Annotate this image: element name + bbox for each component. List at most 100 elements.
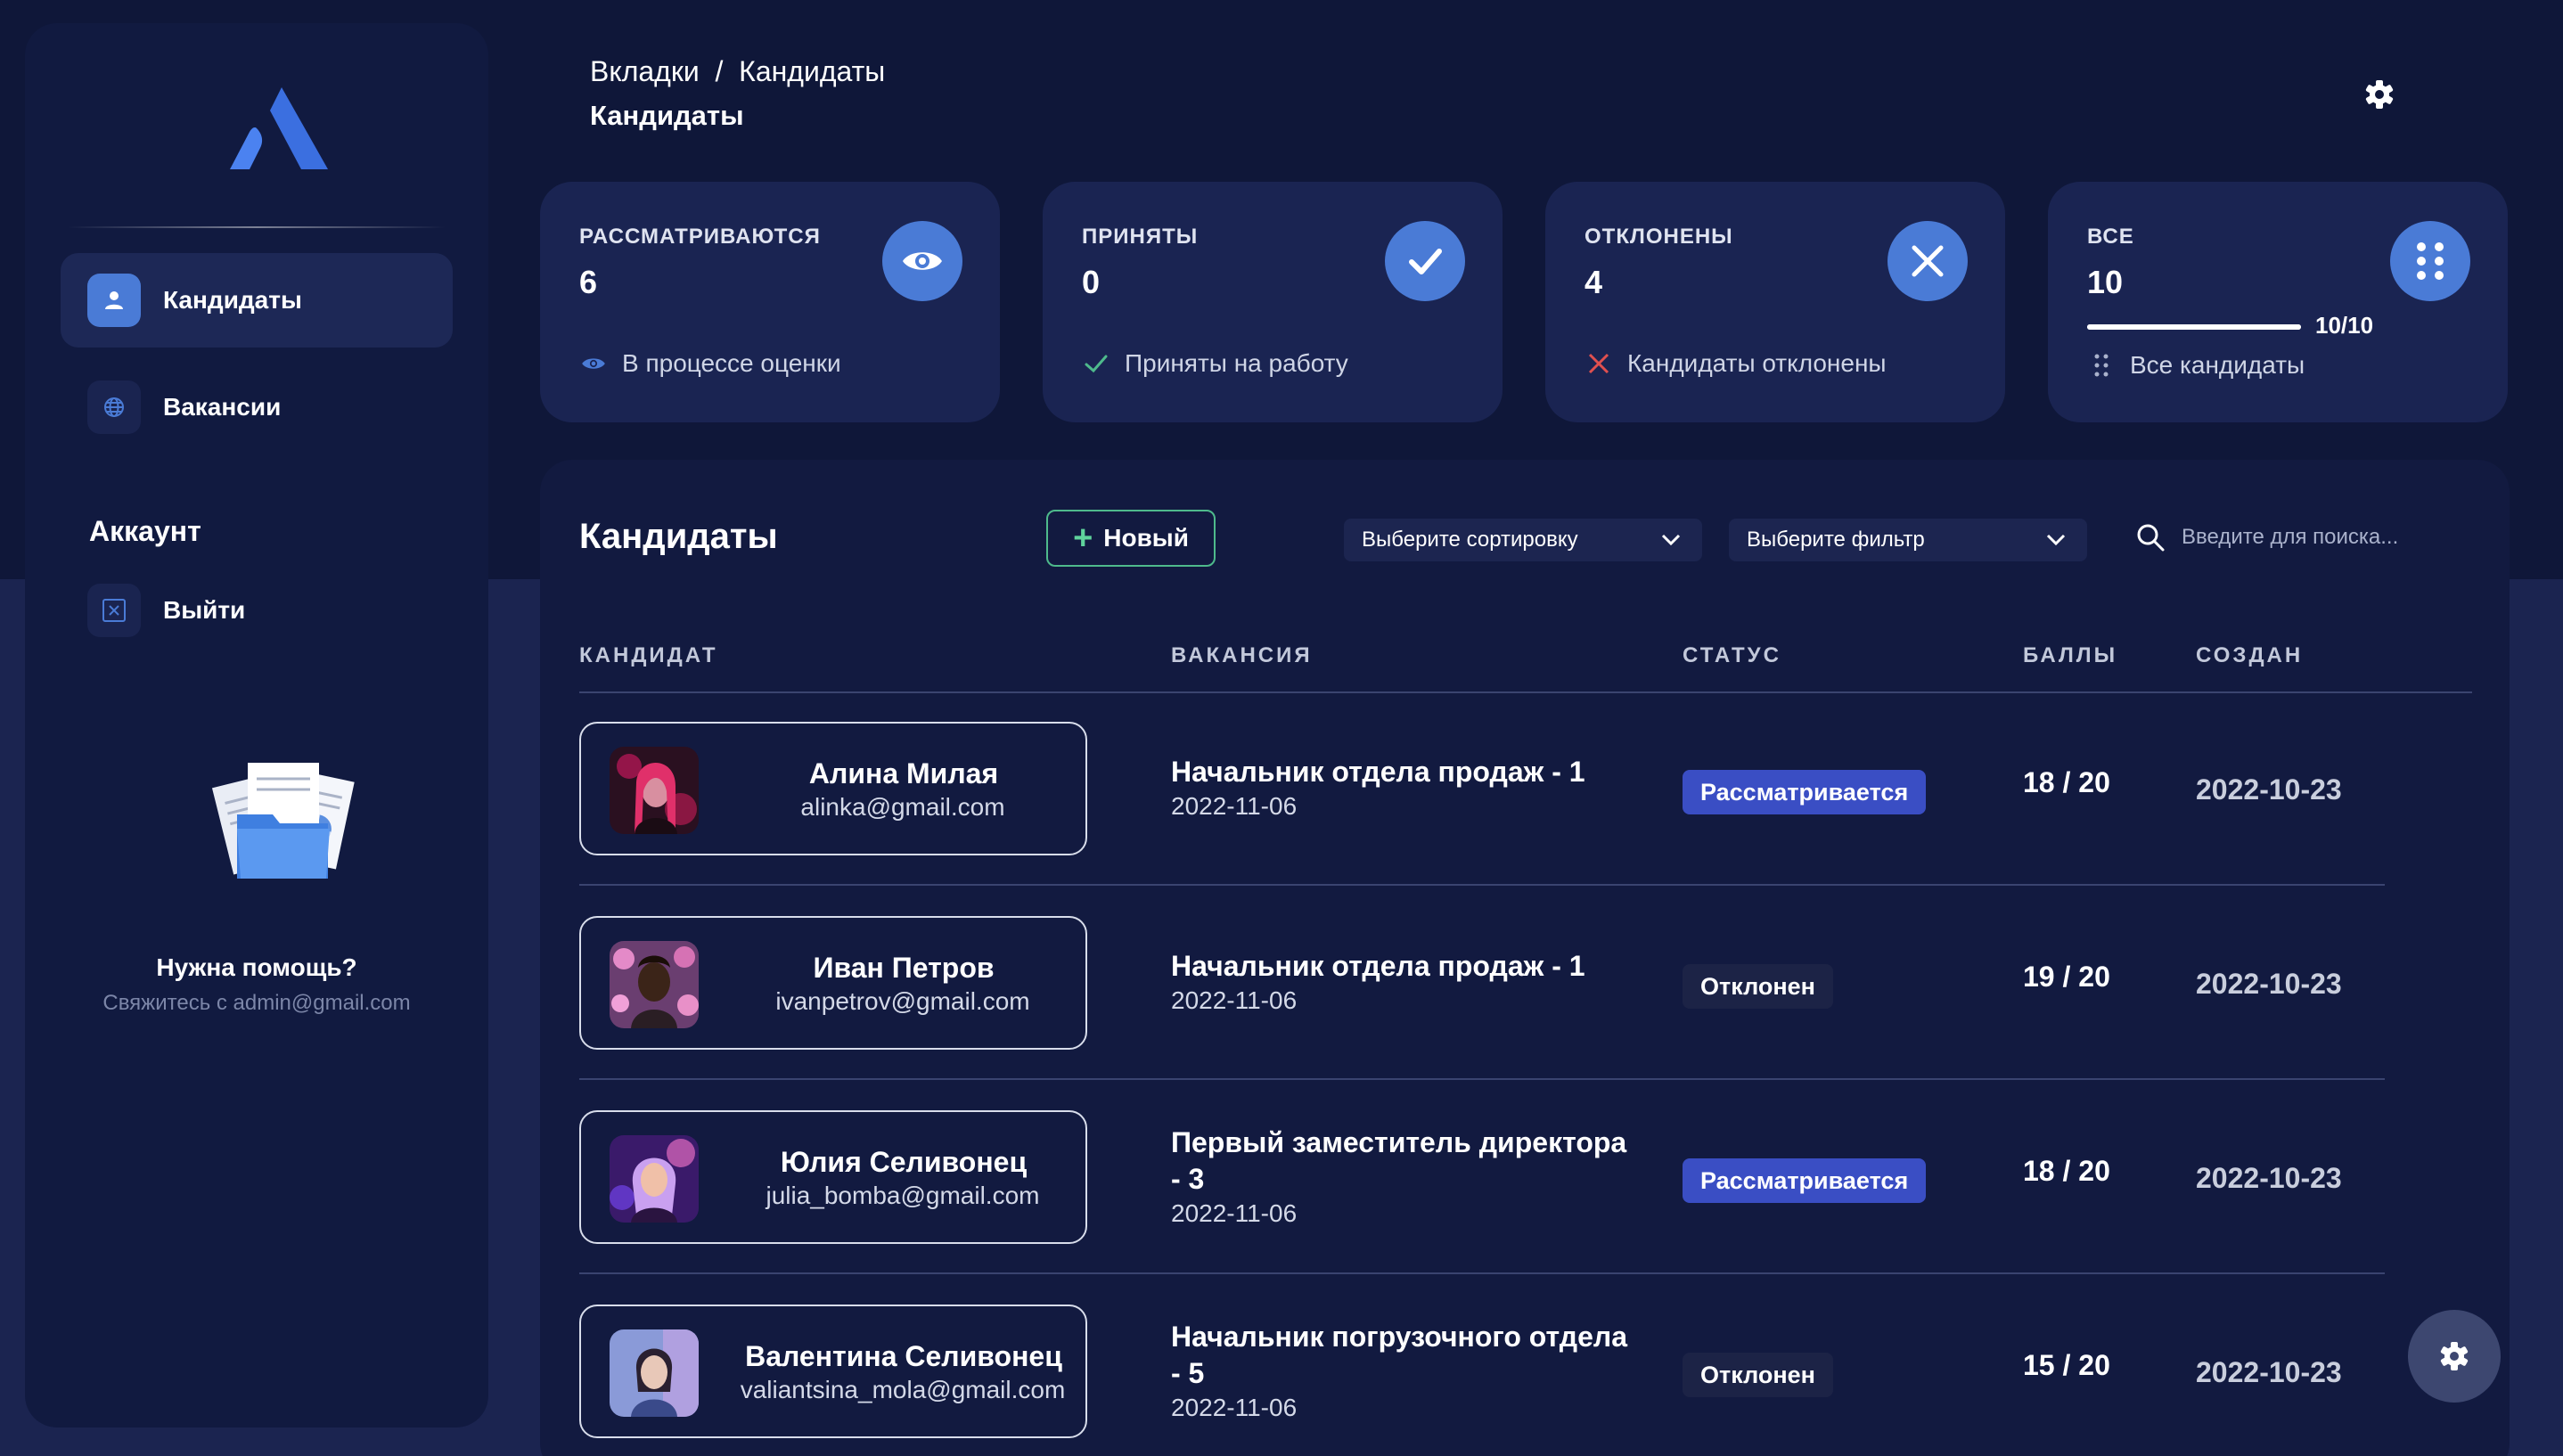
- sidebar-item-candidates[interactable]: Кандидаты: [61, 253, 453, 348]
- progress-label: 10/10: [2315, 312, 2374, 339]
- breadcrumb-current: Кандидаты: [739, 55, 886, 87]
- chevron-down-icon: [2046, 534, 2066, 546]
- panel-title: Кандидаты: [579, 517, 778, 556]
- stat-card-all[interactable]: ВСЕ 10 10/10 Все кандидаты: [2048, 182, 2508, 422]
- logout-icon: [87, 584, 141, 637]
- status-badge: Рассматривается: [1683, 770, 1927, 814]
- candidate-card[interactable]: Валентина Селивонец valiantsina_mola@gma…: [579, 1305, 1087, 1438]
- avatar: [610, 747, 699, 834]
- sidebar-item-label: Выйти: [163, 596, 246, 624]
- close-icon: [1887, 221, 1968, 301]
- vacancy-date: 2022-11-06: [1171, 1199, 1298, 1227]
- stat-title: ВСЕ: [2087, 225, 2134, 249]
- search-input[interactable]: [2182, 525, 2449, 550]
- stat-footer: Кандидаты отклонены: [1584, 349, 1887, 378]
- search-icon: [2137, 524, 2165, 552]
- grid-dots-icon: [2390, 221, 2470, 301]
- stat-footer: Все кандидаты: [2087, 351, 2305, 380]
- folder-documents-illustration: [211, 763, 355, 879]
- vacancy-cell: Начальник отдела продаж - 1 2022-11-06: [1171, 948, 1634, 1015]
- stat-footer-text: Приняты на работу: [1125, 349, 1348, 377]
- candidate-email: alinka@gmail.com: [800, 793, 1005, 821]
- help-title: Нужна помощь?: [156, 953, 357, 981]
- vacancy-title[interactable]: Начальник отдела продаж - 1: [1171, 948, 1634, 985]
- eye-icon: [882, 221, 962, 301]
- vacancy-title[interactable]: Первый заместитель директора - 3: [1171, 1125, 1634, 1198]
- new-candidate-button[interactable]: + Новый: [1046, 510, 1216, 567]
- vacancy-cell: Начальник погрузочного отдела - 5 2022-1…: [1171, 1319, 1634, 1422]
- candidate-card[interactable]: Иван Петров ivanpetrov@gmail.com: [579, 916, 1087, 1050]
- chevron-down-icon: [1661, 534, 1681, 546]
- stat-footer-text: Кандидаты отклонены: [1627, 349, 1887, 377]
- column-header-candidate[interactable]: КАНДИДАТ: [579, 643, 718, 668]
- stat-title: ОТКЛОНЕНЫ: [1584, 225, 1733, 249]
- row-divider: [579, 1272, 2385, 1274]
- column-header-score[interactable]: БАЛЛЫ: [2023, 643, 2117, 668]
- filter-select[interactable]: Выберите фильтр: [1729, 519, 2087, 561]
- filter-select-value: Выберите фильтр: [1747, 528, 1925, 552]
- vacancy-date: 2022-11-06: [1171, 986, 1298, 1014]
- gear-icon: [2440, 1342, 2469, 1370]
- globe-icon: [87, 380, 141, 434]
- candidate-email: ivanpetrov@gmail.com: [775, 987, 1030, 1015]
- atlassian-logo-icon[interactable]: [230, 87, 328, 169]
- close-icon: [1584, 349, 1613, 378]
- candidate-name: Юлия Селивонец: [780, 1146, 1028, 1178]
- help-contact[interactable]: Свяжитесь с admin@gmail.com: [25, 991, 488, 1016]
- status-badge: Рассматривается: [1683, 1158, 1927, 1203]
- sidebar: Кандидаты Вакансии Аккаунт Выйти Нужна п…: [25, 23, 488, 1427]
- vacancy-date: 2022-11-06: [1171, 1394, 1298, 1421]
- account-section-heading: Аккаунт: [89, 515, 201, 547]
- vacancy-cell: Начальник отдела продаж - 1 2022-11-06: [1171, 754, 1634, 821]
- created-date: 2022-10-23: [2196, 1162, 2342, 1194]
- candidate-name: Алина Милая: [808, 757, 999, 789]
- sidebar-divider: [68, 226, 446, 228]
- stat-footer-text: Все кандидаты: [2130, 351, 2305, 379]
- search-box: [2135, 522, 2449, 552]
- score-value: 18 / 20: [2023, 766, 2110, 798]
- candidates-panel: Кандидаты + Новый Выберите сортировку Вы…: [540, 460, 2510, 1456]
- column-header-vacancy[interactable]: ВАКАНСИЯ: [1171, 643, 1313, 668]
- stat-card-rejected[interactable]: ОТКЛОНЕНЫ 4 Кандидаты отклонены: [1545, 182, 2005, 422]
- vacancy-title[interactable]: Начальник погрузочного отдела - 5: [1171, 1319, 1634, 1392]
- column-header-created[interactable]: СОЗДАН: [2196, 643, 2303, 668]
- stat-value: 0: [1082, 264, 1101, 300]
- column-header-status[interactable]: СТАТУС: [1683, 643, 1781, 668]
- created-date: 2022-10-23: [2196, 1356, 2342, 1388]
- status-badge: Отклонен: [1683, 1353, 1833, 1397]
- breadcrumb-root[interactable]: Вкладки: [590, 55, 700, 87]
- sort-select[interactable]: Выберите сортировку: [1344, 519, 1702, 561]
- stat-title: ПРИНЯТЫ: [1082, 225, 1199, 249]
- candidate-card[interactable]: Юлия Селивонец julia_bomba@gmail.com: [579, 1110, 1087, 1244]
- progress-bar: [2087, 324, 2301, 330]
- candidate-name: Валентина Селивонец: [745, 1340, 1062, 1372]
- score-value: 19 / 20: [2023, 961, 2110, 993]
- stat-footer: В процессе оценки: [579, 349, 841, 378]
- stat-value: 6: [579, 264, 598, 300]
- created-date: 2022-10-23: [2196, 968, 2342, 1000]
- stat-value: 10: [2087, 264, 2124, 300]
- settings-fab-button[interactable]: [2408, 1310, 2501, 1403]
- score-value: 15 / 20: [2023, 1349, 2110, 1381]
- candidate-email: valiantsina_mola@gmail.com: [740, 1376, 1066, 1403]
- candidate-card[interactable]: Алина Милая alinka@gmail.com: [579, 722, 1087, 855]
- vacancy-cell: Первый заместитель директора - 3 2022-11…: [1171, 1125, 1634, 1228]
- new-button-label: Новый: [1103, 524, 1189, 552]
- candidate-email: julia_bomba@gmail.com: [766, 1182, 1040, 1209]
- check-icon: [1385, 221, 1465, 301]
- avatar: [610, 1135, 699, 1223]
- stat-card-reviewing[interactable]: РАССМАТРИВАЮТСЯ 6 В процессе оценки: [540, 182, 1000, 422]
- row-divider: [579, 1078, 2385, 1080]
- check-icon: [1082, 349, 1110, 378]
- stat-card-accepted[interactable]: ПРИНЯТЫ 0 Приняты на работу: [1043, 182, 1503, 422]
- candidate-name: Иван Петров: [813, 952, 995, 984]
- page-title: Кандидаты: [590, 100, 744, 131]
- grid-dots-icon: [2087, 351, 2116, 380]
- stat-footer: Приняты на работу: [1082, 349, 1348, 378]
- sidebar-item-vacancies[interactable]: Вакансии: [61, 360, 453, 454]
- gear-icon[interactable]: [2362, 77, 2397, 112]
- vacancy-date: 2022-11-06: [1171, 792, 1298, 820]
- vacancy-title[interactable]: Начальник отдела продаж - 1: [1171, 754, 1634, 790]
- avatar: [610, 1329, 699, 1417]
- sidebar-item-logout[interactable]: Выйти: [61, 563, 453, 658]
